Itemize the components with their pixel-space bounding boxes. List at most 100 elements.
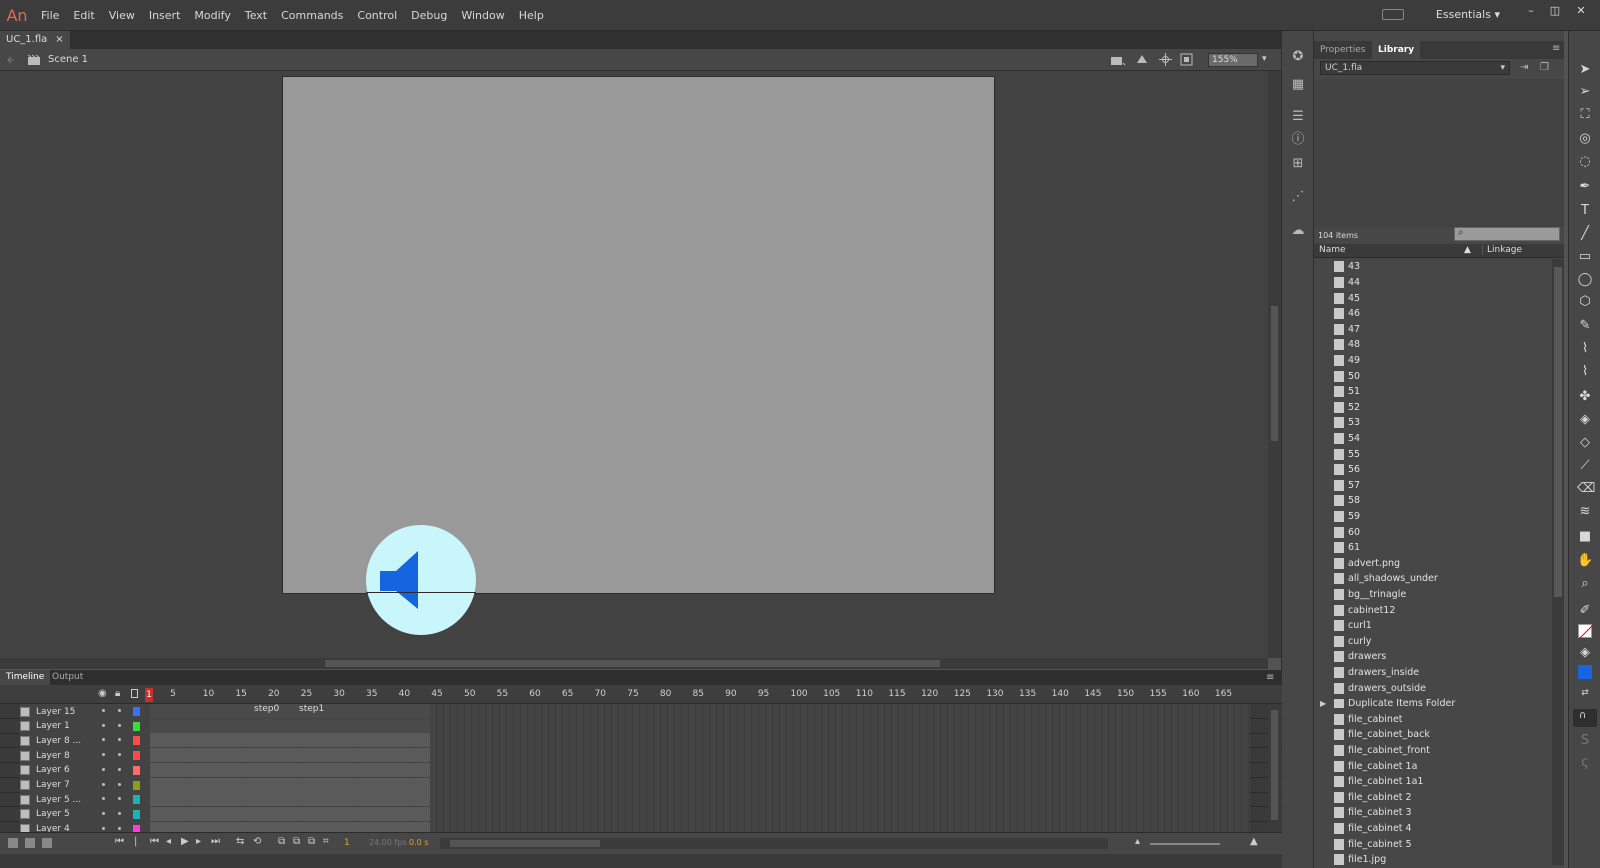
fill-color-icon[interactable]: ◈ bbox=[1577, 645, 1593, 661]
library-item[interactable]: 52 bbox=[1314, 399, 1550, 415]
visibility-dot[interactable] bbox=[102, 767, 105, 771]
library-item[interactable]: file_cabinet bbox=[1314, 711, 1550, 727]
canvas-horizontal-scrollbar[interactable] bbox=[0, 658, 1268, 669]
layer-outline-color[interactable] bbox=[133, 721, 140, 731]
edit-multiple-frames-icon[interactable]: ⧉ bbox=[308, 836, 315, 847]
text-tool-icon[interactable]: T bbox=[1577, 203, 1593, 219]
sound-button[interactable] bbox=[366, 525, 476, 635]
restore-button[interactable]: ◫ bbox=[1544, 4, 1566, 18]
layer-row[interactable]: Layer 15 step0 step1 bbox=[0, 704, 1282, 719]
layer-row[interactable]: Layer 7 bbox=[0, 777, 1282, 793]
library-item[interactable]: curl1 bbox=[1314, 618, 1550, 634]
library-item[interactable]: file_cabinet 3 bbox=[1314, 805, 1550, 821]
back-arrow-icon[interactable] bbox=[6, 55, 16, 65]
close-tab-icon[interactable]: × bbox=[55, 31, 63, 49]
frame-span[interactable] bbox=[150, 806, 430, 821]
lock-dot[interactable] bbox=[118, 723, 121, 727]
lock-dot[interactable] bbox=[118, 767, 121, 771]
layer-frames[interactable] bbox=[150, 792, 1250, 808]
library-item[interactable]: 43 bbox=[1314, 259, 1550, 275]
layer-frames[interactable] bbox=[150, 806, 1250, 822]
frame-span[interactable] bbox=[150, 777, 430, 792]
pin-icon[interactable]: ⇥ bbox=[1520, 62, 1528, 73]
library-item[interactable]: cabinet12 bbox=[1314, 602, 1550, 618]
menu-modify[interactable]: Modify bbox=[187, 9, 237, 22]
library-item[interactable]: 53 bbox=[1314, 415, 1550, 431]
menu-window[interactable]: Window bbox=[454, 9, 511, 22]
frame-rate[interactable]: 24.00 fps bbox=[369, 838, 407, 847]
new-library-panel-icon[interactable]: ❐ bbox=[1540, 62, 1549, 73]
library-item[interactable]: 51 bbox=[1314, 384, 1550, 400]
layer-outline-color[interactable] bbox=[133, 780, 140, 790]
layer-name-cell[interactable]: Layer 8 bbox=[20, 748, 150, 764]
stroke-color-swatch[interactable] bbox=[1578, 624, 1594, 640]
layer-row[interactable]: Layer 5 ... bbox=[0, 792, 1282, 808]
sync-settings-icon[interactable] bbox=[1382, 9, 1404, 20]
workspace-switcher[interactable]: Essentials ▾ bbox=[1436, 8, 1500, 21]
fill-color-swatch[interactable] bbox=[1578, 665, 1592, 679]
visibility-dot[interactable] bbox=[102, 826, 105, 830]
stage[interactable] bbox=[283, 77, 994, 593]
expand-arrow-icon[interactable]: ▶ bbox=[1320, 699, 1326, 708]
polystar-tool-icon[interactable]: ⬡ bbox=[1577, 294, 1593, 310]
library-item[interactable]: 54 bbox=[1314, 431, 1550, 447]
library-item[interactable]: ▶ Duplicate Items Folder bbox=[1314, 696, 1550, 712]
new-folder-icon[interactable] bbox=[25, 838, 35, 848]
zoom-out-icon[interactable]: ▴ bbox=[1135, 836, 1140, 847]
library-item[interactable]: file1.jpg bbox=[1314, 852, 1550, 867]
center-frame-icon[interactable]: ⇆ bbox=[236, 836, 244, 847]
snap-to-objects-button[interactable]: ∩ bbox=[1573, 709, 1597, 727]
column-name[interactable]: Name bbox=[1319, 245, 1346, 255]
motion-editor-icon[interactable]: ✪ bbox=[1290, 49, 1306, 65]
swatches-icon[interactable]: ▦ bbox=[1290, 77, 1306, 93]
onion-skin-icon[interactable]: ⧉ bbox=[278, 836, 285, 847]
layer-frames[interactable] bbox=[150, 718, 1250, 734]
library-item[interactable]: drawers_inside bbox=[1314, 665, 1550, 681]
layer-outline-color[interactable] bbox=[133, 736, 140, 746]
library-item[interactable]: file_cabinet 2 bbox=[1314, 789, 1550, 805]
step-back-icon[interactable]: ◂ bbox=[166, 836, 171, 847]
layer-frames[interactable] bbox=[150, 733, 1250, 749]
tab-output[interactable]: Output bbox=[46, 670, 89, 685]
new-layer-icon[interactable] bbox=[8, 838, 18, 848]
3d-rotation-tool-icon[interactable]: ◎ bbox=[1577, 131, 1593, 147]
layer-row[interactable]: Layer 8 ... bbox=[0, 733, 1282, 749]
library-item[interactable]: drawers bbox=[1314, 649, 1550, 665]
width-tool-icon[interactable]: ≋ bbox=[1577, 504, 1593, 520]
last-frame-icon[interactable]: ⏭ bbox=[211, 836, 220, 847]
camera-tool-icon[interactable]: ■ bbox=[1577, 529, 1593, 545]
layer-outline-color[interactable] bbox=[133, 795, 140, 805]
info-icon[interactable]: ⓘ bbox=[1290, 132, 1306, 148]
visibility-dot[interactable] bbox=[102, 782, 105, 786]
layer-frames[interactable] bbox=[150, 777, 1250, 793]
frame-span[interactable] bbox=[150, 718, 430, 733]
layer-outline-color[interactable] bbox=[133, 751, 140, 761]
rectangle-tool-icon[interactable]: ▭ bbox=[1577, 249, 1593, 265]
layer-row[interactable]: Layer 8 bbox=[0, 748, 1282, 764]
library-item[interactable]: 45 bbox=[1314, 290, 1550, 306]
outline-icon[interactable] bbox=[131, 689, 138, 698]
canvas-vertical-scrollbar[interactable] bbox=[1268, 71, 1281, 658]
pasteboard[interactable] bbox=[0, 71, 1268, 658]
library-search-input[interactable]: ⌕ bbox=[1454, 227, 1560, 241]
scroll-thumb[interactable] bbox=[1554, 267, 1562, 597]
free-transform-tool-icon[interactable]: ⛶ bbox=[1577, 107, 1593, 123]
loop-icon[interactable]: ⏮ bbox=[115, 836, 124, 847]
paint-bucket-tool-icon[interactable]: ◈ bbox=[1577, 412, 1593, 428]
library-item[interactable]: 56 bbox=[1314, 462, 1550, 478]
layer-name-cell[interactable]: Layer 6 bbox=[20, 762, 150, 778]
layer-outline-color[interactable] bbox=[133, 707, 140, 716]
library-item[interactable]: advert.png bbox=[1314, 555, 1550, 571]
library-item[interactable]: 48 bbox=[1314, 337, 1550, 353]
transform-icon[interactable]: ⊞ bbox=[1290, 156, 1306, 172]
library-item[interactable]: file_cabinet 1a1 bbox=[1314, 774, 1550, 790]
playhead[interactable]: 1 bbox=[145, 688, 153, 702]
library-item[interactable]: all_shadows_under bbox=[1314, 571, 1550, 587]
step-forward-icon[interactable]: ▸ bbox=[196, 836, 201, 847]
zoom-in-icon[interactable]: ▲ bbox=[1250, 836, 1258, 847]
frame-ruler[interactable]: ◉ 🔒︎ 1 5 10 15 20 25 30 35 40 45 50 55 60 65 70 75 80 85… bbox=[0, 685, 1282, 704]
scroll-thumb[interactable] bbox=[1271, 710, 1278, 820]
eraser-tool-icon[interactable]: ⌫ bbox=[1577, 481, 1595, 497]
minimize-button[interactable]: – bbox=[1520, 4, 1542, 18]
visibility-dot[interactable] bbox=[102, 811, 105, 815]
